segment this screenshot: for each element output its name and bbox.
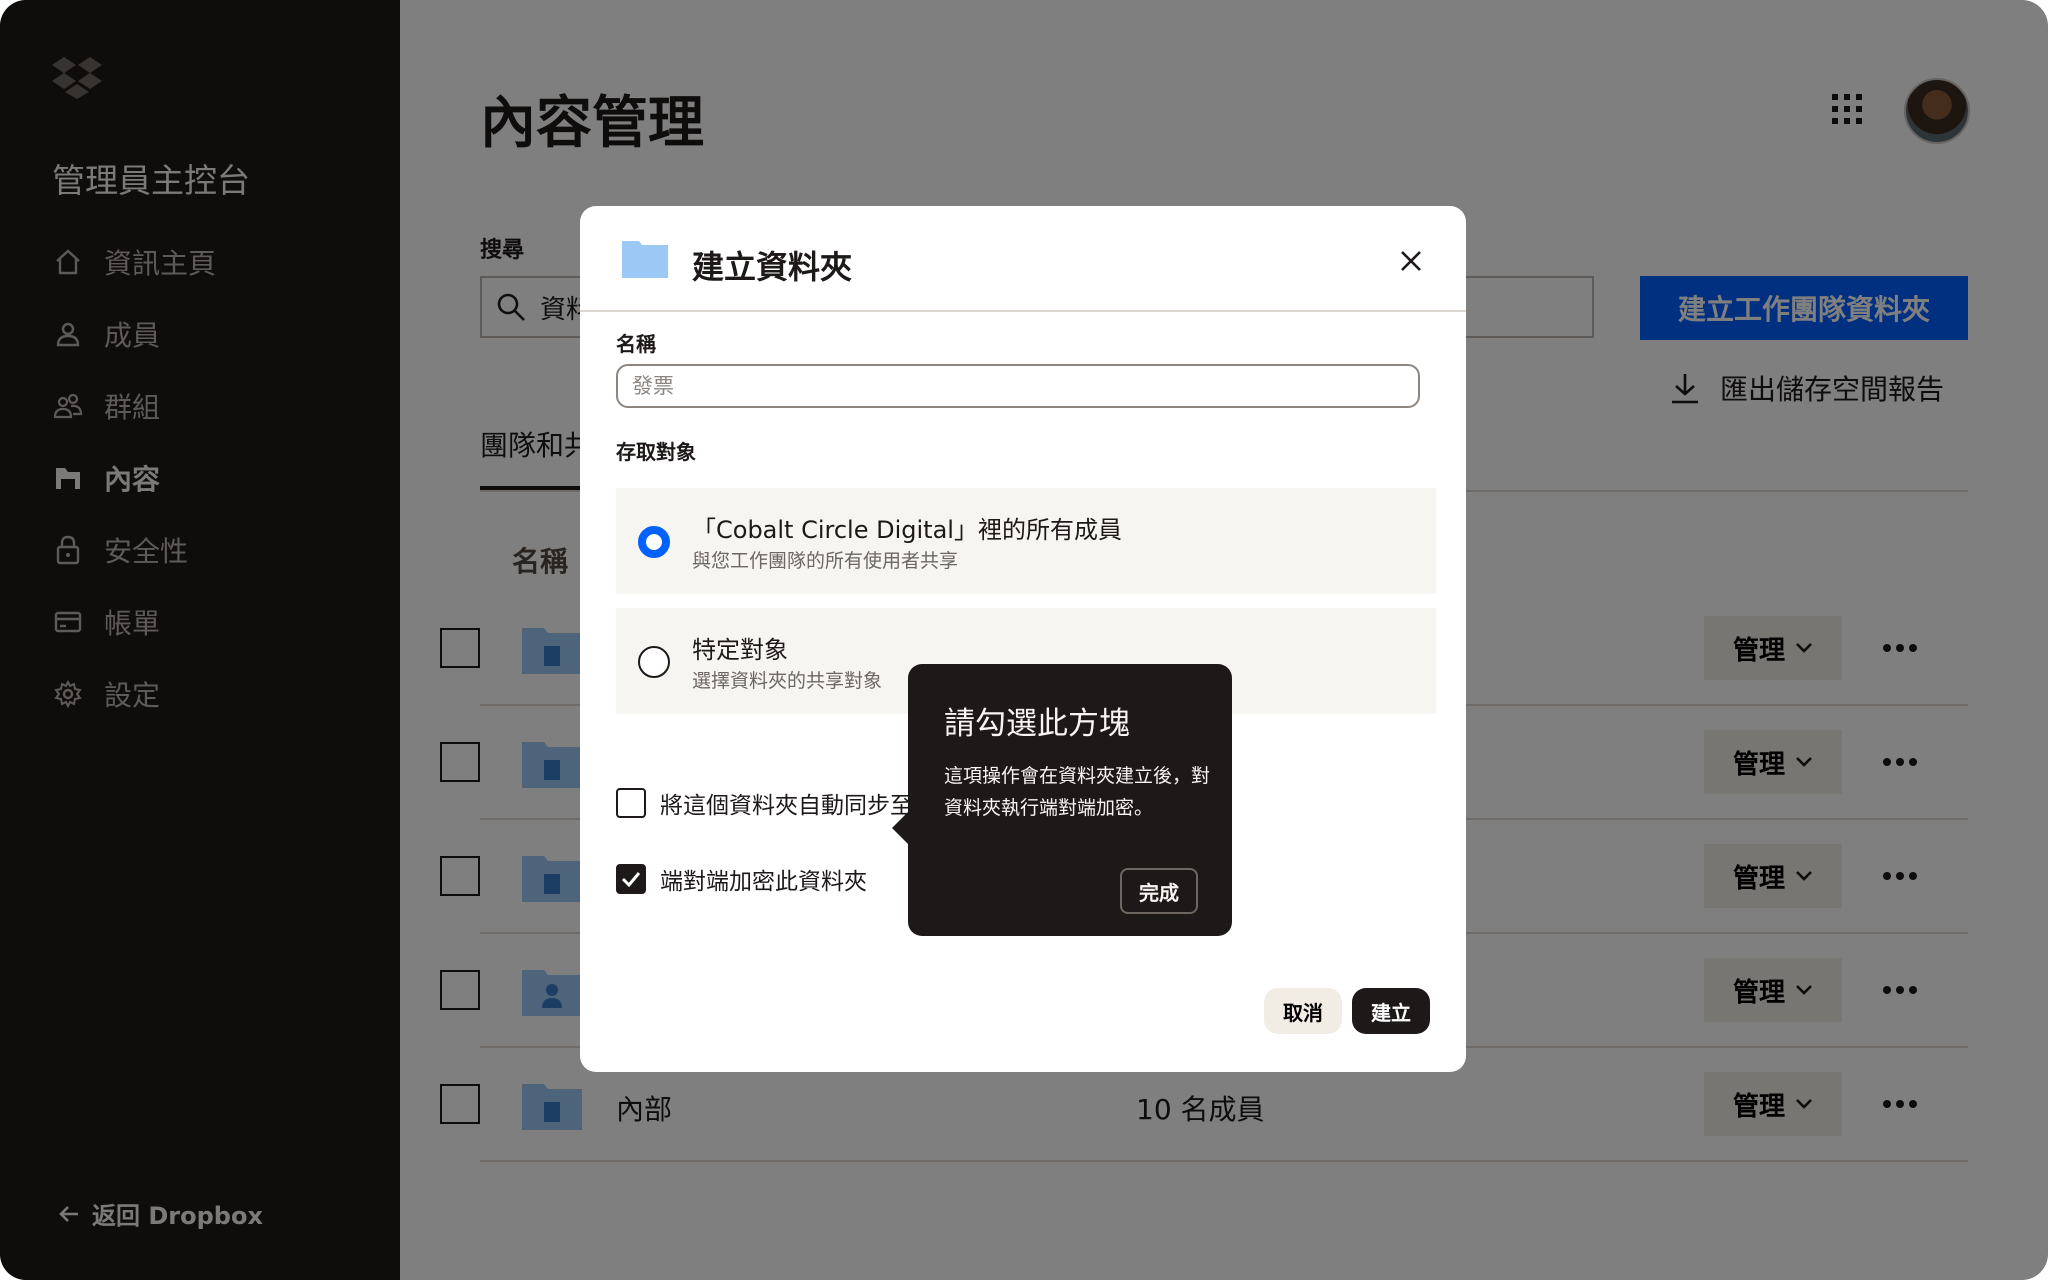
cancel-button[interactable]: 取消 — [1264, 988, 1342, 1034]
folder-icon — [622, 241, 668, 278]
encrypt-option[interactable]: 端對端加密此資料夾 — [616, 862, 867, 896]
create-button[interactable]: 建立 — [1352, 988, 1430, 1034]
folder-name-input[interactable] — [616, 364, 1420, 408]
dialog-title: 建立資料夾 — [692, 248, 853, 286]
tooltip-done-button[interactable]: 完成 — [1120, 868, 1198, 914]
option-subtitle: 選擇資料夾的共享對象 — [692, 670, 883, 692]
auto-sync-option[interactable]: 將這個資料夾自動同步至 — [616, 786, 913, 820]
tooltip-pointer — [892, 812, 908, 844]
auto-sync-checkbox[interactable] — [616, 788, 646, 818]
access-label: 存取對象 — [616, 440, 696, 464]
radio-all-members[interactable] — [638, 526, 670, 558]
radio-specific-people[interactable] — [638, 646, 670, 678]
encryption-tooltip: 請勾選此方塊 這項操作會在資料夾建立後，對資料夾執行端對端加密。 完成 — [892, 664, 1232, 936]
tooltip-title: 請勾選此方塊 — [944, 706, 1130, 742]
admin-console-app: 管理員主控台 資訊主頁 成員 群組 內容 — [0, 0, 2048, 1280]
create-folder-dialog: 建立資料夾 名稱 存取對象 「Cobalt Circle Digital」裡的所… — [580, 206, 1466, 1072]
encrypt-checkbox[interactable] — [616, 864, 646, 894]
auto-sync-label: 將這個資料夾自動同步至 — [660, 793, 913, 819]
close-icon[interactable] — [1396, 246, 1426, 276]
option-title: 「Cobalt Circle Digital」裡的所有成員 — [692, 516, 1122, 544]
option-subtitle: 與您工作團隊的所有使用者共享 — [692, 550, 959, 572]
access-option-all-members[interactable]: 「Cobalt Circle Digital」裡的所有成員 與您工作團隊的所有使… — [616, 488, 1436, 594]
encrypt-label: 端對端加密此資料夾 — [660, 869, 867, 895]
checkmark-icon — [621, 872, 641, 887]
dialog-header: 建立資料夾 — [580, 206, 1466, 312]
name-field-label: 名稱 — [616, 332, 656, 356]
option-title: 特定對象 — [692, 636, 788, 664]
tooltip-body: 這項操作會在資料夾建立後，對資料夾執行端對端加密。 — [944, 765, 1211, 819]
